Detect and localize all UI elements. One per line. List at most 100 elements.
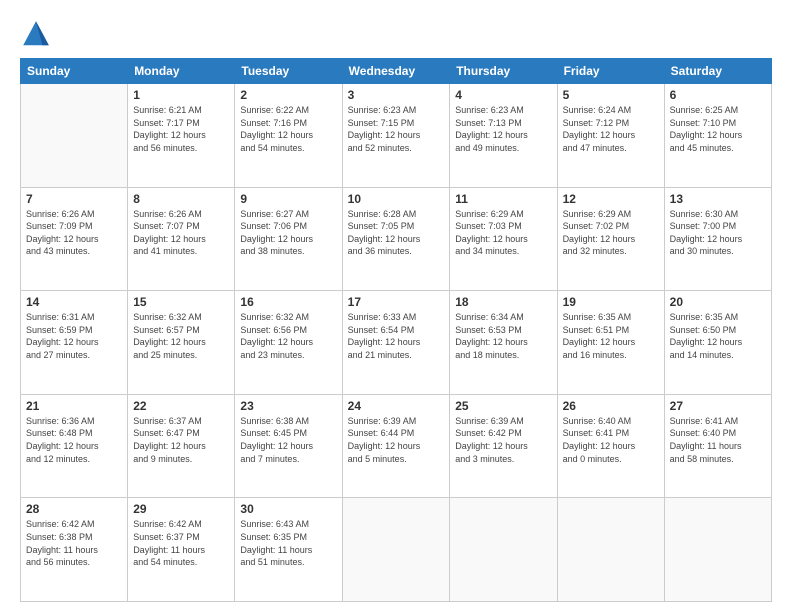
day-cell: 6 Sunrise: 6:25 AMSunset: 7:10 PMDaylight… (664, 84, 771, 188)
day-info: Sunrise: 6:40 AMSunset: 6:41 PMDaylight:… (563, 415, 659, 465)
day-info: Sunrise: 6:37 AMSunset: 6:47 PMDaylight:… (133, 415, 229, 465)
day-number: 29 (133, 502, 229, 516)
day-info: Sunrise: 6:39 AMSunset: 6:42 PMDaylight:… (455, 415, 551, 465)
day-number: 28 (26, 502, 122, 516)
day-number: 11 (455, 192, 551, 206)
day-cell: 29Sunrise: 6:42 AMSunset: 6:37 PMDayligh… (128, 498, 235, 602)
day-info: Sunrise: 6:33 AMSunset: 6:54 PMDaylight:… (348, 311, 445, 361)
day-info: Sunrise: 6:26 AMSunset: 7:09 PMDaylight:… (26, 208, 122, 258)
day-cell (450, 498, 557, 602)
day-number: 15 (133, 295, 229, 309)
day-number: 30 (240, 502, 336, 516)
day-cell: 20Sunrise: 6:35 AMSunset: 6:50 PMDayligh… (664, 291, 771, 395)
day-cell: 23 Sunrise: 6:38 AMSunset: 6:45 PMDayligh… (235, 394, 342, 498)
day-cell: 5 Sunrise: 6:24 AMSunset: 7:12 PMDaylight… (557, 84, 664, 188)
day-number: 2 (240, 88, 336, 102)
day-cell: 1Sunrise: 6:21 AMSunset: 7:17 PMDaylight… (128, 84, 235, 188)
day-cell: 26 Sunrise: 6:40 AMSunset: 6:41 PMDayligh… (557, 394, 664, 498)
day-info: Sunrise: 6:35 AMSunset: 6:50 PMDaylight:… (670, 311, 766, 361)
weekday-header-monday: Monday (128, 59, 235, 84)
day-cell: 12Sunrise: 6:29 AMSunset: 7:02 PMDayligh… (557, 187, 664, 291)
weekday-header-thursday: Thursday (450, 59, 557, 84)
day-cell: 16 Sunrise: 6:32 AMSunset: 6:56 PMDayligh… (235, 291, 342, 395)
header (20, 18, 772, 50)
day-number: 23 (240, 399, 336, 413)
day-info: Sunrise: 6:31 AMSunset: 6:59 PMDaylight:… (26, 311, 122, 361)
page: SundayMondayTuesdayWednesdayThursdayFrid… (0, 0, 792, 612)
day-info: Sunrise: 6:42 AMSunset: 6:38 PMDaylight:… (26, 518, 122, 568)
day-cell: 17 Sunrise: 6:33 AMSunset: 6:54 PMDayligh… (342, 291, 450, 395)
day-number: 5 (563, 88, 659, 102)
day-info: Sunrise: 6:23 AMSunset: 7:15 PMDaylight:… (348, 104, 445, 154)
day-number: 16 (240, 295, 336, 309)
day-info: Sunrise: 6:38 AMSunset: 6:45 PMDaylight:… (240, 415, 336, 465)
day-cell: 11 Sunrise: 6:29 AMSunset: 7:03 PMDayligh… (450, 187, 557, 291)
day-info: Sunrise: 6:26 AMSunset: 7:07 PMDaylight:… (133, 208, 229, 258)
day-info: Sunrise: 6:25 AMSunset: 7:10 PMDaylight:… (670, 104, 766, 154)
day-cell: 8Sunrise: 6:26 AMSunset: 7:07 PMDaylight… (128, 187, 235, 291)
week-row-2: 14 Sunrise: 6:31 AMSunset: 6:59 PMDayligh… (21, 291, 772, 395)
day-info: Sunrise: 6:21 AMSunset: 7:17 PMDaylight:… (133, 104, 229, 154)
day-number: 19 (563, 295, 659, 309)
day-cell: 13 Sunrise: 6:30 AMSunset: 7:00 PMDayligh… (664, 187, 771, 291)
logo (20, 18, 56, 50)
day-number: 18 (455, 295, 551, 309)
day-info: Sunrise: 6:22 AMSunset: 7:16 PMDaylight:… (240, 104, 336, 154)
weekday-header-row: SundayMondayTuesdayWednesdayThursdayFrid… (21, 59, 772, 84)
day-info: Sunrise: 6:29 AMSunset: 7:03 PMDaylight:… (455, 208, 551, 258)
day-cell: 28 Sunrise: 6:42 AMSunset: 6:38 PMDayligh… (21, 498, 128, 602)
weekday-header-friday: Friday (557, 59, 664, 84)
day-number: 9 (240, 192, 336, 206)
day-cell: 4 Sunrise: 6:23 AMSunset: 7:13 PMDaylight… (450, 84, 557, 188)
logo-icon (20, 18, 52, 50)
day-number: 26 (563, 399, 659, 413)
day-number: 7 (26, 192, 122, 206)
week-row-1: 7 Sunrise: 6:26 AMSunset: 7:09 PMDaylight… (21, 187, 772, 291)
day-number: 6 (670, 88, 766, 102)
day-cell: 9 Sunrise: 6:27 AMSunset: 7:06 PMDaylight… (235, 187, 342, 291)
day-number: 13 (670, 192, 766, 206)
week-row-4: 28 Sunrise: 6:42 AMSunset: 6:38 PMDayligh… (21, 498, 772, 602)
day-number: 10 (348, 192, 445, 206)
day-info: Sunrise: 6:32 AMSunset: 6:56 PMDaylight:… (240, 311, 336, 361)
day-cell: 24 Sunrise: 6:39 AMSunset: 6:44 PMDayligh… (342, 394, 450, 498)
day-info: Sunrise: 6:27 AMSunset: 7:06 PMDaylight:… (240, 208, 336, 258)
day-cell: 25 Sunrise: 6:39 AMSunset: 6:42 PMDayligh… (450, 394, 557, 498)
day-number: 27 (670, 399, 766, 413)
day-number: 25 (455, 399, 551, 413)
weekday-header-sunday: Sunday (21, 59, 128, 84)
day-number: 22 (133, 399, 229, 413)
week-row-0: 1Sunrise: 6:21 AMSunset: 7:17 PMDaylight… (21, 84, 772, 188)
day-info: Sunrise: 6:35 AMSunset: 6:51 PMDaylight:… (563, 311, 659, 361)
day-cell (557, 498, 664, 602)
day-info: Sunrise: 6:23 AMSunset: 7:13 PMDaylight:… (455, 104, 551, 154)
day-info: Sunrise: 6:28 AMSunset: 7:05 PMDaylight:… (348, 208, 445, 258)
weekday-header-saturday: Saturday (664, 59, 771, 84)
day-info: Sunrise: 6:24 AMSunset: 7:12 PMDaylight:… (563, 104, 659, 154)
day-cell (664, 498, 771, 602)
day-cell: 10 Sunrise: 6:28 AMSunset: 7:05 PMDayligh… (342, 187, 450, 291)
day-info: Sunrise: 6:32 AMSunset: 6:57 PMDaylight:… (133, 311, 229, 361)
day-number: 4 (455, 88, 551, 102)
day-info: Sunrise: 6:34 AMSunset: 6:53 PMDaylight:… (455, 311, 551, 361)
day-cell (21, 84, 128, 188)
weekday-header-tuesday: Tuesday (235, 59, 342, 84)
day-cell: 22 Sunrise: 6:37 AMSunset: 6:47 PMDayligh… (128, 394, 235, 498)
day-info: Sunrise: 6:30 AMSunset: 7:00 PMDaylight:… (670, 208, 766, 258)
day-cell: 3 Sunrise: 6:23 AMSunset: 7:15 PMDaylight… (342, 84, 450, 188)
week-row-3: 21Sunrise: 6:36 AMSunset: 6:48 PMDayligh… (21, 394, 772, 498)
day-number: 24 (348, 399, 445, 413)
day-cell: 30Sunrise: 6:43 AMSunset: 6:35 PMDayligh… (235, 498, 342, 602)
day-number: 17 (348, 295, 445, 309)
day-cell: 7 Sunrise: 6:26 AMSunset: 7:09 PMDaylight… (21, 187, 128, 291)
day-cell: 27 Sunrise: 6:41 AMSunset: 6:40 PMDayligh… (664, 394, 771, 498)
day-info: Sunrise: 6:39 AMSunset: 6:44 PMDaylight:… (348, 415, 445, 465)
day-cell: 15 Sunrise: 6:32 AMSunset: 6:57 PMDayligh… (128, 291, 235, 395)
day-number: 3 (348, 88, 445, 102)
day-number: 12 (563, 192, 659, 206)
day-cell: 21Sunrise: 6:36 AMSunset: 6:48 PMDayligh… (21, 394, 128, 498)
day-number: 14 (26, 295, 122, 309)
day-cell: 18 Sunrise: 6:34 AMSunset: 6:53 PMDayligh… (450, 291, 557, 395)
day-info: Sunrise: 6:41 AMSunset: 6:40 PMDaylight:… (670, 415, 766, 465)
day-info: Sunrise: 6:36 AMSunset: 6:48 PMDaylight:… (26, 415, 122, 465)
